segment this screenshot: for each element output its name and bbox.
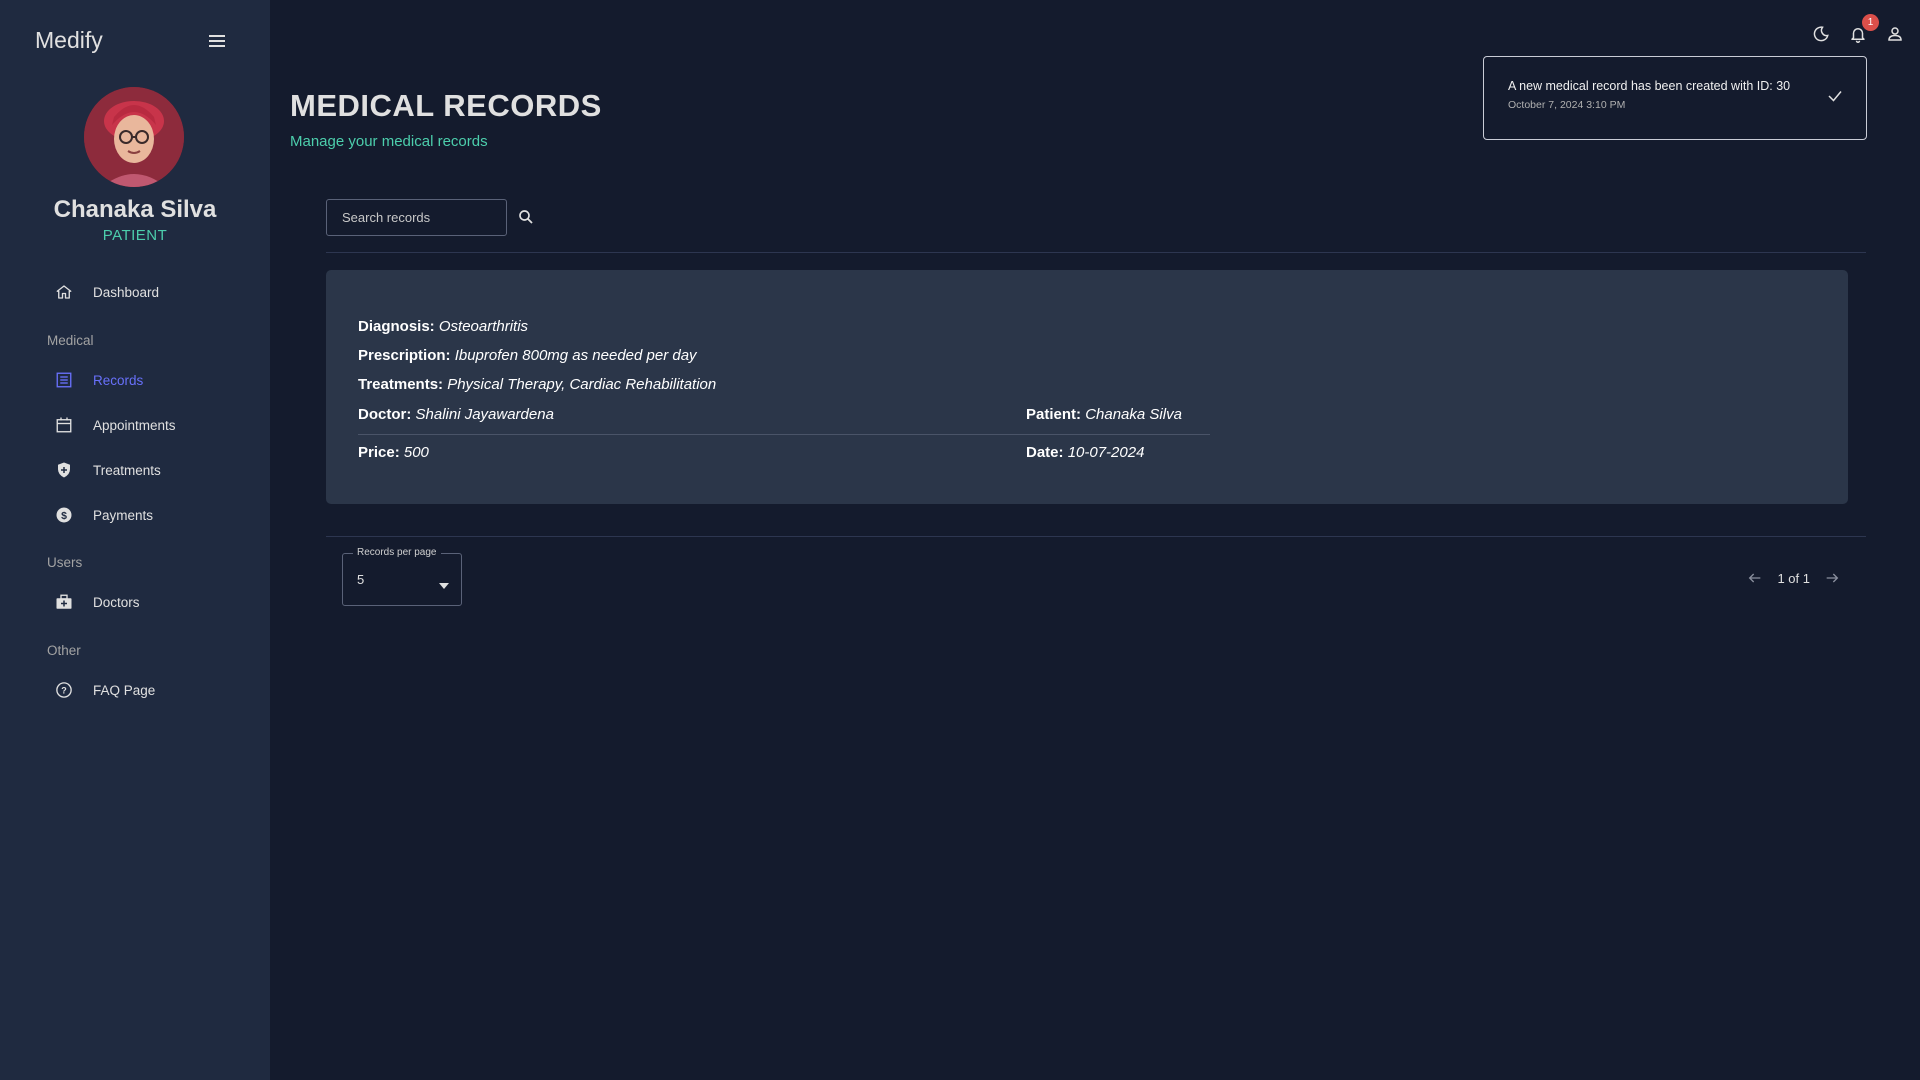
search-input[interactable] <box>340 209 493 226</box>
check-icon[interactable] <box>1826 87 1844 110</box>
hamburger-icon[interactable] <box>204 28 230 54</box>
records-per-page-select[interactable]: Records per page 5 <box>342 547 462 606</box>
person-icon[interactable] <box>1881 20 1908 47</box>
sidebar-item-records[interactable]: Records <box>53 365 143 395</box>
svg-text:$: $ <box>61 510 67 522</box>
field-value: Osteoarthritis <box>438 318 529 335</box>
bell-icon[interactable]: 1 <box>1844 14 1879 47</box>
notification-message: A new medical record has been created wi… <box>1508 79 1791 93</box>
arrow-right-icon[interactable] <box>1824 570 1840 586</box>
records-per-page-label: Records per page <box>353 547 441 558</box>
search-icon[interactable] <box>515 206 537 228</box>
moon-icon[interactable] <box>1807 20 1834 47</box>
help-circle-icon: ? <box>53 679 75 701</box>
svg-text:?: ? <box>61 685 67 695</box>
record-doctor: Doctor: Shalini Jayawardena <box>358 406 554 423</box>
list-icon <box>53 369 75 391</box>
field-value: Ibuprofen 800mg as needed per day <box>454 347 697 364</box>
arrow-left-icon[interactable] <box>1747 570 1763 586</box>
sidebar-item-payments[interactable]: $ Payments <box>53 500 153 530</box>
avatar <box>84 87 184 187</box>
field-label: Price: <box>358 444 400 461</box>
page-info: 1 of 1 <box>1777 570 1810 586</box>
shield-icon <box>53 459 75 481</box>
sidebar-header: Medify <box>35 27 230 54</box>
notification-toast: A new medical record has been created wi… <box>1483 56 1867 140</box>
record-prescription: Prescription: Ibuprofen 800mg as needed … <box>358 347 697 364</box>
page-subtitle: Manage your medical records <box>290 133 488 150</box>
record-date: Date: 10-07-2024 <box>1026 444 1144 461</box>
divider <box>326 252 1866 253</box>
home-icon <box>53 281 75 303</box>
divider <box>326 536 1866 537</box>
sidebar-item-treatments[interactable]: Treatments <box>53 455 161 485</box>
brand-name: Medify <box>35 27 103 53</box>
sidebar-item-dashboard[interactable]: Dashboard <box>53 277 159 307</box>
topbar-icons: 1 <box>1807 14 1908 47</box>
record-patient: Patient: Chanaka Silva <box>1026 406 1182 423</box>
sidebar: Medify Chanaka Silva PATIENT Dashboard M… <box>0 0 270 1080</box>
record-card[interactable]: Diagnosis: Osteoarthritis Prescription: … <box>326 270 1848 504</box>
sidebar-item-label: Doctors <box>93 594 140 610</box>
field-label: Prescription: <box>358 347 451 364</box>
pager: 1 of 1 <box>1747 570 1840 586</box>
sidebar-item-label: Treatments <box>93 462 161 478</box>
field-label: Patient: <box>1026 406 1082 423</box>
sidebar-item-label: Records <box>93 372 144 388</box>
record-price: Price: 500 <box>358 444 429 461</box>
field-value: 10-07-2024 <box>1067 444 1145 461</box>
field-value: Chanaka Silva <box>1085 406 1182 423</box>
card-divider <box>358 434 1210 435</box>
caret-down-icon[interactable] <box>439 576 449 594</box>
field-label: Date: <box>1026 444 1064 461</box>
field-value: 500 <box>403 444 429 461</box>
page-title: MEDICAL RECORDS <box>290 88 602 123</box>
section-label-users: Users <box>47 555 83 570</box>
record-treatments: Treatments: Physical Therapy, Cardiac Re… <box>358 376 716 393</box>
field-label: Doctor: <box>358 406 412 423</box>
field-value: Physical Therapy, Cardiac Rehabilitation <box>447 376 717 393</box>
sidebar-item-doctors[interactable]: Doctors <box>53 587 140 617</box>
field-value: Shalini Jayawardena <box>415 406 554 423</box>
dollar-icon: $ <box>53 504 75 526</box>
search-field <box>326 199 507 236</box>
section-label-other: Other <box>47 643 81 658</box>
section-label-medical: Medical <box>47 333 94 348</box>
record-diagnosis: Diagnosis: Osteoarthritis <box>358 318 528 335</box>
medical-bag-icon <box>53 591 75 613</box>
profile-role: PATIENT <box>102 227 168 244</box>
sidebar-item-label: Dashboard <box>93 284 160 300</box>
profile-name: Chanaka Silva <box>53 196 217 223</box>
sidebar-item-label: Appointments <box>93 417 176 433</box>
notification-badge: 1 <box>1862 14 1879 31</box>
sidebar-item-appointments[interactable]: Appointments <box>53 410 176 440</box>
field-label: Treatments: <box>358 376 444 393</box>
notification-time: October 7, 2024 3:10 PM <box>1508 99 1626 111</box>
sidebar-item-faq[interactable]: ? FAQ Page <box>53 675 155 705</box>
records-per-page-value: 5 <box>357 572 365 587</box>
field-label: Diagnosis: <box>358 318 435 335</box>
sidebar-item-label: FAQ Page <box>93 682 156 698</box>
sidebar-item-label: Payments <box>93 507 154 523</box>
calendar-icon <box>53 414 75 436</box>
